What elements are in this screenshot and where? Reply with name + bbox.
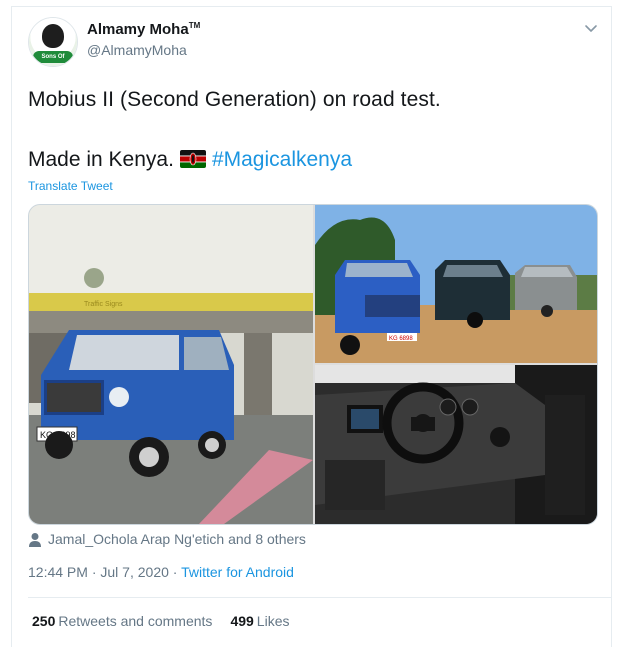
likes-stat[interactable]: 499 Likes <box>230 613 289 629</box>
tweet-text-made-in-kenya: Made in Kenya. <box>28 148 174 171</box>
retweets-stat[interactable]: 250 Retweets and comments <box>32 613 212 629</box>
chevron-down-icon[interactable] <box>584 21 598 35</box>
photo-interior-dashboard[interactable] <box>315 365 597 524</box>
translate-tweet-link[interactable]: Translate Tweet <box>28 179 113 193</box>
source-link[interactable]: Twitter for Android <box>181 564 294 580</box>
date[interactable]: Jul 7, 2020 <box>100 564 169 580</box>
liked-by[interactable]: Jamal_Ochola Arap Ng'etich and 8 others <box>28 531 306 547</box>
photo-vehicles-field[interactable]: KG 6898 <box>315 205 597 363</box>
divider <box>28 597 611 598</box>
media-grid[interactable]: Traffic Signs KG 6898 <box>28 204 598 525</box>
sign-text: Traffic Signs <box>84 301 123 308</box>
person-icon <box>29 533 41 547</box>
photo-vehicle-road[interactable]: Traffic Signs KG 6898 <box>29 205 313 524</box>
time[interactable]: 12:44 PM <box>28 564 88 580</box>
tweet-text-line2: Made in Kenya. #Magicalkenya <box>28 148 352 172</box>
user-handle[interactable]: @AlmamyMoha <box>87 42 187 58</box>
hashtag-link[interactable]: #Magicalkenya <box>212 148 352 171</box>
liked-by-text: Jamal_Ochola Arap Ng'etich and 8 others <box>48 531 306 547</box>
tweet-timestamp: 12:44 PM · Jul 7, 2020 · Twitter for And… <box>28 564 294 580</box>
trademark: TM <box>188 21 201 30</box>
kenya-flag-icon <box>179 150 206 168</box>
avatar[interactable]: Sons Of Kenya <box>28 17 78 67</box>
tweet-text-line1: Mobius II (Second Generation) on road te… <box>28 88 441 111</box>
tweet-stats: 250 Retweets and comments 499 Likes <box>32 613 289 629</box>
avatar-badge: Sons Of Kenya <box>33 51 73 63</box>
display-name[interactable]: Almamy MohaTM <box>87 21 200 38</box>
plate-right: KG 6898 <box>389 336 413 342</box>
tweet-card: Sons Of Kenya Almamy MohaTM @AlmamyMoha … <box>11 6 612 647</box>
